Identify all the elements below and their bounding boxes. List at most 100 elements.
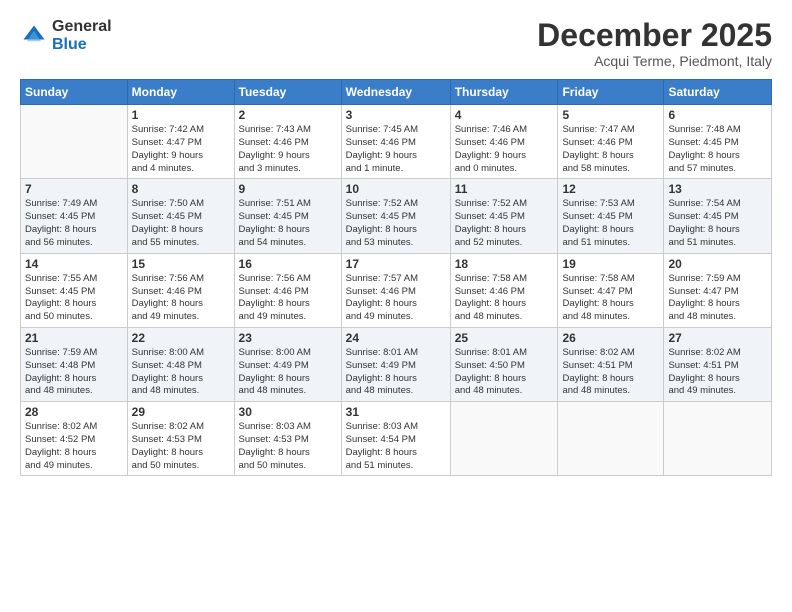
calendar-week-row: 1 Sunrise: 7:42 AMSunset: 4:47 PMDaylight… (21, 105, 772, 179)
cell-details: Sunrise: 7:49 AMSunset: 4:45 PMDaylight:… (25, 198, 123, 249)
day-number: 2 (239, 108, 337, 122)
cell-details: Sunrise: 7:57 AMSunset: 4:46 PMDaylight:… (346, 273, 446, 324)
cell-details: Sunrise: 8:02 AMSunset: 4:51 PMDaylight:… (668, 347, 767, 398)
day-header-wednesday: Wednesday (341, 80, 450, 105)
day-number: 6 (668, 108, 767, 122)
day-number: 23 (239, 331, 337, 345)
title-block: December 2025 Acqui Terme, Piedmont, Ita… (537, 18, 772, 69)
calendar-cell: 9Sunrise: 7:51 AMSunset: 4:45 PMDaylight… (234, 179, 341, 253)
calendar-cell: 19 Sunrise: 7:58 AMSunset: 4:47 PMDayligh… (558, 253, 664, 327)
cell-details: Sunrise: 7:58 AMSunset: 4:46 PMDaylight:… (455, 273, 554, 324)
calendar-cell: 29Sunrise: 8:02 AMSunset: 4:53 PMDayligh… (127, 402, 234, 476)
day-number: 4 (455, 108, 554, 122)
calendar-cell: 20 Sunrise: 7:59 AMSunset: 4:47 PMDayligh… (664, 253, 772, 327)
calendar-cell: 14 Sunrise: 7:55 AMSunset: 4:45 PMDayligh… (21, 253, 128, 327)
calendar-cell: 15 Sunrise: 7:56 AMSunset: 4:46 PMDayligh… (127, 253, 234, 327)
cell-details: Sunrise: 7:42 AMSunset: 4:47 PMDaylight:… (132, 124, 230, 175)
logo-blue-text: Blue (52, 36, 112, 54)
calendar-week-row: 7Sunrise: 7:49 AMSunset: 4:45 PMDaylight… (21, 179, 772, 253)
day-number: 8 (132, 182, 230, 196)
calendar-cell: 21Sunrise: 7:59 AMSunset: 4:48 PMDayligh… (21, 327, 128, 401)
day-number: 20 (668, 257, 767, 271)
cell-details: Sunrise: 7:43 AMSunset: 4:46 PMDaylight:… (239, 124, 337, 175)
day-number: 30 (239, 405, 337, 419)
calendar-cell: 17Sunrise: 7:57 AMSunset: 4:46 PMDayligh… (341, 253, 450, 327)
day-number: 19 (562, 257, 659, 271)
day-number: 26 (562, 331, 659, 345)
calendar-cell: 2 Sunrise: 7:43 AMSunset: 4:46 PMDaylight… (234, 105, 341, 179)
calendar-cell: 24 Sunrise: 8:01 AMSunset: 4:49 PMDayligh… (341, 327, 450, 401)
calendar-cell: 12 Sunrise: 7:53 AMSunset: 4:45 PMDayligh… (558, 179, 664, 253)
calendar-cell: 1 Sunrise: 7:42 AMSunset: 4:47 PMDaylight… (127, 105, 234, 179)
cell-details: Sunrise: 7:58 AMSunset: 4:47 PMDaylight:… (562, 273, 659, 324)
day-number: 25 (455, 331, 554, 345)
cell-details: Sunrise: 7:52 AMSunset: 4:45 PMDaylight:… (346, 198, 446, 249)
cell-details: Sunrise: 7:56 AMSunset: 4:46 PMDaylight:… (132, 273, 230, 324)
day-header-friday: Friday (558, 80, 664, 105)
calendar-week-row: 14 Sunrise: 7:55 AMSunset: 4:45 PMDayligh… (21, 253, 772, 327)
cell-details: Sunrise: 7:55 AMSunset: 4:45 PMDaylight:… (25, 273, 123, 324)
calendar-cell: 26 Sunrise: 8:02 AMSunset: 4:51 PMDayligh… (558, 327, 664, 401)
day-number: 28 (25, 405, 123, 419)
cell-details: Sunrise: 8:01 AMSunset: 4:49 PMDaylight:… (346, 347, 446, 398)
calendar-table: SundayMondayTuesdayWednesdayThursdayFrid… (20, 79, 772, 476)
calendar-cell: 7Sunrise: 7:49 AMSunset: 4:45 PMDaylight… (21, 179, 128, 253)
day-header-thursday: Thursday (450, 80, 558, 105)
calendar-cell: 31Sunrise: 8:03 AMSunset: 4:54 PMDayligh… (341, 402, 450, 476)
calendar-cell: 8 Sunrise: 7:50 AMSunset: 4:45 PMDaylight… (127, 179, 234, 253)
cell-details: Sunrise: 7:52 AMSunset: 4:45 PMDaylight:… (455, 198, 554, 249)
cell-details: Sunrise: 7:50 AMSunset: 4:45 PMDaylight:… (132, 198, 230, 249)
cell-details: Sunrise: 8:00 AMSunset: 4:49 PMDaylight:… (239, 347, 337, 398)
cell-details: Sunrise: 7:47 AMSunset: 4:46 PMDaylight:… (562, 124, 659, 175)
cell-details: Sunrise: 8:00 AMSunset: 4:48 PMDaylight:… (132, 347, 230, 398)
calendar-cell: 5 Sunrise: 7:47 AMSunset: 4:46 PMDaylight… (558, 105, 664, 179)
cell-details: Sunrise: 8:03 AMSunset: 4:53 PMDaylight:… (239, 421, 337, 472)
day-header-saturday: Saturday (664, 80, 772, 105)
day-header-sunday: Sunday (21, 80, 128, 105)
calendar-cell (450, 402, 558, 476)
cell-details: Sunrise: 8:02 AMSunset: 4:52 PMDaylight:… (25, 421, 123, 472)
logo: General Blue (20, 18, 112, 53)
calendar-cell: 30 Sunrise: 8:03 AMSunset: 4:53 PMDayligh… (234, 402, 341, 476)
day-header-monday: Monday (127, 80, 234, 105)
calendar-cell (664, 402, 772, 476)
day-number: 11 (455, 182, 554, 196)
cell-details: Sunrise: 7:53 AMSunset: 4:45 PMDaylight:… (562, 198, 659, 249)
cell-details: Sunrise: 8:02 AMSunset: 4:53 PMDaylight:… (132, 421, 230, 472)
cell-details: Sunrise: 7:46 AMSunset: 4:46 PMDaylight:… (455, 124, 554, 175)
month-title: December 2025 (537, 18, 772, 53)
calendar-cell: 25Sunrise: 8:01 AMSunset: 4:50 PMDayligh… (450, 327, 558, 401)
day-number: 15 (132, 257, 230, 271)
day-number: 10 (346, 182, 446, 196)
logo-icon (20, 22, 48, 50)
cell-details: Sunrise: 7:59 AMSunset: 4:48 PMDaylight:… (25, 347, 123, 398)
calendar-cell: 3Sunrise: 7:45 AMSunset: 4:46 PMDaylight… (341, 105, 450, 179)
cell-details: Sunrise: 7:54 AMSunset: 4:45 PMDaylight:… (668, 198, 767, 249)
day-number: 31 (346, 405, 446, 419)
day-number: 1 (132, 108, 230, 122)
calendar-cell: 10 Sunrise: 7:52 AMSunset: 4:45 PMDayligh… (341, 179, 450, 253)
calendar-cell: 27Sunrise: 8:02 AMSunset: 4:51 PMDayligh… (664, 327, 772, 401)
day-number: 12 (562, 182, 659, 196)
day-number: 22 (132, 331, 230, 345)
calendar-cell: 6Sunrise: 7:48 AMSunset: 4:45 PMDaylight… (664, 105, 772, 179)
cell-details: Sunrise: 8:02 AMSunset: 4:51 PMDaylight:… (562, 347, 659, 398)
calendar-cell: 13 Sunrise: 7:54 AMSunset: 4:45 PMDayligh… (664, 179, 772, 253)
cell-details: Sunrise: 7:56 AMSunset: 4:46 PMDaylight:… (239, 273, 337, 324)
location-subtitle: Acqui Terme, Piedmont, Italy (537, 53, 772, 69)
day-number: 14 (25, 257, 123, 271)
header: General Blue December 2025 Acqui Terme, … (20, 18, 772, 69)
day-number: 9 (239, 182, 337, 196)
calendar-cell: 18Sunrise: 7:58 AMSunset: 4:46 PMDayligh… (450, 253, 558, 327)
calendar-cell: 16Sunrise: 7:56 AMSunset: 4:46 PMDayligh… (234, 253, 341, 327)
calendar-week-row: 21Sunrise: 7:59 AMSunset: 4:48 PMDayligh… (21, 327, 772, 401)
page: General Blue December 2025 Acqui Terme, … (0, 0, 792, 612)
cell-details: Sunrise: 7:59 AMSunset: 4:47 PMDaylight:… (668, 273, 767, 324)
calendar-cell (558, 402, 664, 476)
day-number: 24 (346, 331, 446, 345)
calendar-cell: 28 Sunrise: 8:02 AMSunset: 4:52 PMDayligh… (21, 402, 128, 476)
day-number: 5 (562, 108, 659, 122)
calendar-cell (21, 105, 128, 179)
calendar-cell: 23 Sunrise: 8:00 AMSunset: 4:49 PMDayligh… (234, 327, 341, 401)
day-number: 13 (668, 182, 767, 196)
